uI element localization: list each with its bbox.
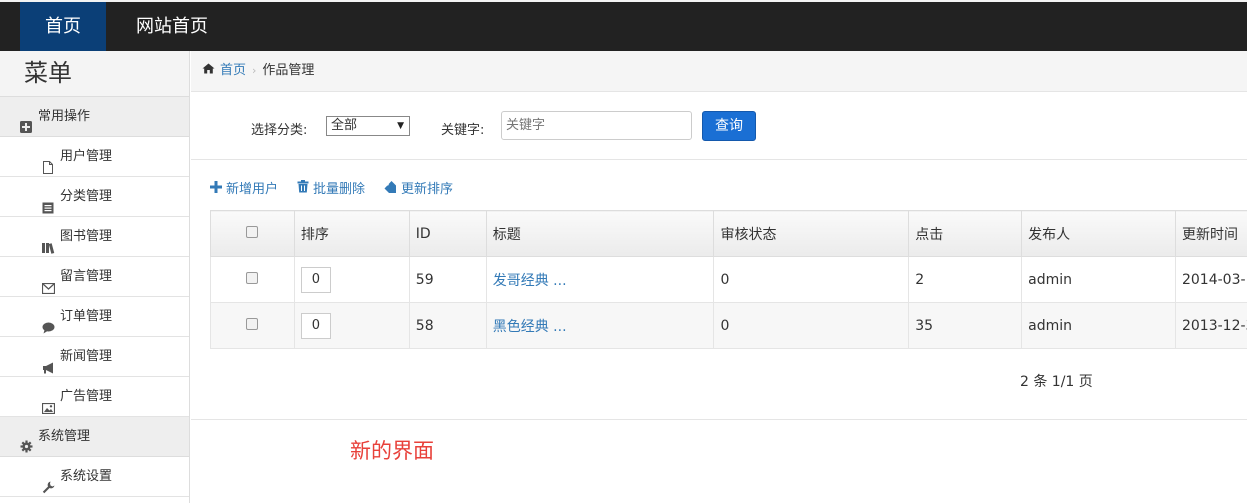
filter-bar: 选择分类: 全部 ▼ 关键字: 查询 xyxy=(191,92,1247,160)
update-sort-label: 更新排序 xyxy=(401,182,454,197)
tag-icon xyxy=(384,179,397,197)
select-all-checkbox[interactable] xyxy=(246,225,259,238)
divider xyxy=(191,419,1247,420)
chevron-down-icon: ▼ xyxy=(397,121,404,131)
envelope-icon xyxy=(41,271,56,294)
sort-cell: 0 xyxy=(293,256,410,303)
main-content: 首页 › 作品管理 选择分类: 全部 ▼ 关键字: 查询 新增用户 批量删除 xyxy=(191,51,1247,503)
table-header-row: 排序 ID 标题 审核状态 点击 发布人 更新时间 xyxy=(210,210,1247,257)
clicks-cell: 2 xyxy=(908,256,1023,303)
table-row: 0 59 发哥经典 ... 0 2 admin 2014-03-1 xyxy=(210,256,1247,303)
sort-cell: 0 xyxy=(293,302,410,349)
table-row: 0 58 黑色经典 ... 0 35 admin 2013-12-3 xyxy=(210,302,1247,349)
title-cell: 发哥经典 ... xyxy=(485,256,715,303)
author-cell: admin xyxy=(1021,302,1176,349)
column-header[interactable]: 标题 xyxy=(485,210,715,257)
sort-input[interactable]: 0 xyxy=(300,312,331,339)
column-header[interactable]: 更新时间 xyxy=(1174,210,1247,257)
sidebar-item-categories[interactable]: 分类管理 xyxy=(0,177,189,217)
column-header[interactable]: 排序 xyxy=(293,210,410,257)
row-select-cell xyxy=(210,302,295,349)
batch-delete-button[interactable]: 批量删除 xyxy=(297,178,365,197)
sidebar-item-label: 新闻管理 xyxy=(60,348,113,364)
select-all-cell xyxy=(210,210,295,257)
sidebar-group-label: 常用操作 xyxy=(38,108,91,124)
books-icon xyxy=(42,231,55,254)
trash-icon xyxy=(297,179,309,197)
column-header[interactable]: 点击 xyxy=(908,210,1023,257)
keyword-label: 关键字: xyxy=(441,123,485,138)
status-cell: 0 xyxy=(713,256,910,303)
clicks-cell: 35 xyxy=(908,302,1023,349)
sidebar-item-label: 系统设置 xyxy=(60,468,113,484)
add-user-button[interactable]: 新增用户 xyxy=(210,178,278,197)
sidebar-group-label: 系统管理 xyxy=(38,428,91,444)
sidebar-item-messages[interactable]: 留言管理 xyxy=(0,257,189,297)
update-sort-button[interactable]: 更新排序 xyxy=(384,178,453,197)
nav-tab-home[interactable]: 首页 xyxy=(20,2,106,51)
category-select[interactable]: 全部 ▼ xyxy=(326,116,410,136)
list-icon xyxy=(42,191,54,213)
id-cell: 59 xyxy=(408,256,487,303)
wrench-icon xyxy=(42,471,55,493)
sort-input[interactable]: 0 xyxy=(300,266,331,293)
bullhorn-icon xyxy=(42,351,54,373)
author-cell: admin xyxy=(1021,256,1176,303)
title-link[interactable]: 黑色经典 ... xyxy=(493,319,567,335)
plus-icon xyxy=(210,179,222,197)
sidebar-item-label: 图书管理 xyxy=(60,228,113,244)
category-select-value: 全部 xyxy=(331,118,358,133)
sidebar-group-system[interactable]: 系统管理 xyxy=(0,417,189,457)
column-header[interactable]: 发布人 xyxy=(1021,210,1176,257)
keyword-input[interactable] xyxy=(501,111,692,140)
breadcrumb-chevron-icon: › xyxy=(252,64,257,77)
batch-delete-label: 批量删除 xyxy=(313,182,366,197)
comment-icon xyxy=(42,311,55,333)
picture-icon xyxy=(41,391,56,414)
file-icon xyxy=(42,151,54,174)
sidebar-item-label: 分类管理 xyxy=(60,188,113,204)
column-header[interactable]: ID xyxy=(408,210,487,257)
row-select-cell xyxy=(210,256,295,303)
breadcrumb-home-link[interactable]: 首页 xyxy=(220,51,246,91)
title-link[interactable]: 发哥经典 ... xyxy=(493,273,567,289)
id-cell: 58 xyxy=(408,302,487,349)
category-label: 选择分类: xyxy=(251,123,308,138)
breadcrumb: 首页 › 作品管理 xyxy=(191,51,1247,92)
row-checkbox[interactable] xyxy=(246,317,259,330)
gear-icon xyxy=(20,431,33,452)
row-checkbox[interactable] xyxy=(246,271,259,284)
works-table: 排序 ID 标题 审核状态 点击 发布人 更新时间 0 59 发哥经典 ... … xyxy=(210,210,1247,349)
sidebar-item-label: 用户管理 xyxy=(60,148,113,164)
home-icon xyxy=(202,51,215,91)
sidebar-group-common[interactable]: 常用操作 xyxy=(0,97,189,137)
sidebar-item-label: 订单管理 xyxy=(60,308,113,324)
sidebar-item-settings[interactable]: 系统设置 xyxy=(0,457,189,497)
sidebar-item-ads[interactable]: 广告管理 xyxy=(0,377,189,417)
pagination-info: 2 条 1/1 页 xyxy=(1020,374,1093,390)
action-bar: 新增用户 批量删除 更新排序 xyxy=(210,178,472,197)
new-ui-note: 新的界面 xyxy=(350,439,434,463)
breadcrumb-current: 作品管理 xyxy=(262,63,315,78)
column-header[interactable]: 审核状态 xyxy=(713,210,910,257)
sidebar-item-books[interactable]: 图书管理 xyxy=(0,217,189,257)
sidebar-item-news[interactable]: 新闻管理 xyxy=(0,337,189,377)
sidebar-item-label: 留言管理 xyxy=(60,268,113,284)
updated-cell: 2013-12-3 xyxy=(1174,302,1247,349)
top-nav: 首页 网站首页 xyxy=(0,0,1247,51)
sidebar-item-label: 广告管理 xyxy=(60,388,113,404)
sidebar: 菜单 常用操作 用户管理 分类管理 图书管理 留言管理 订单管理 新闻管理 广告… xyxy=(0,51,190,503)
search-button[interactable]: 查询 xyxy=(702,111,756,141)
plus-square-icon xyxy=(20,111,32,133)
status-cell: 0 xyxy=(713,302,910,349)
add-user-label: 新增用户 xyxy=(226,182,279,197)
title-cell: 黑色经典 ... xyxy=(485,302,715,349)
sidebar-item-orders[interactable]: 订单管理 xyxy=(0,297,189,337)
nav-tab-site-home[interactable]: 网站首页 xyxy=(118,2,226,51)
sidebar-item-users[interactable]: 用户管理 xyxy=(0,137,189,177)
updated-cell: 2014-03-1 xyxy=(1174,256,1247,303)
sidebar-title: 菜单 xyxy=(0,51,189,97)
